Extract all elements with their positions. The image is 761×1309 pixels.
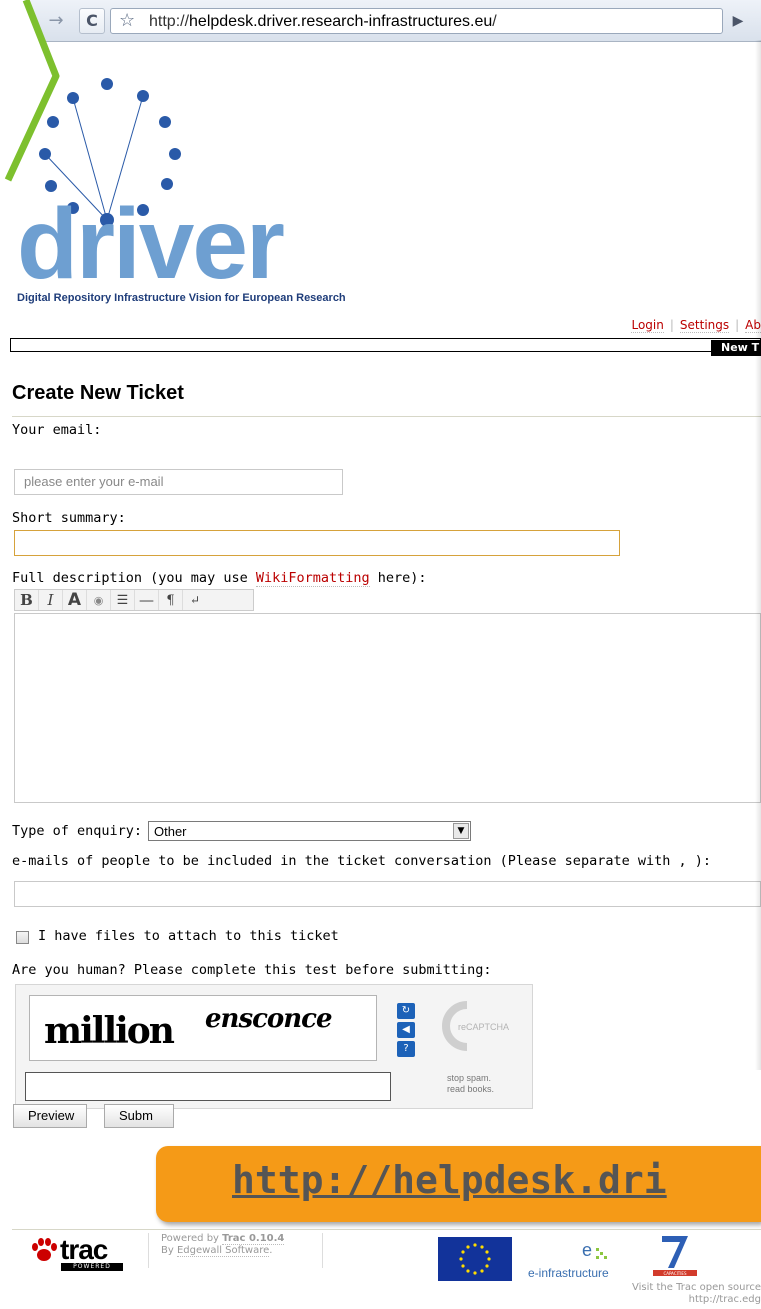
svg-text:e: e bbox=[582, 1240, 592, 1260]
trac-version-link[interactable]: Trac 0.10.4 bbox=[222, 1233, 285, 1245]
trac-powered-badge: POWERED bbox=[61, 1263, 123, 1271]
visit-trac-text: Visit the Trac open source http://trac.e… bbox=[632, 1282, 761, 1305]
e-infrastructure-label: e-infrastructure bbox=[528, 1266, 609, 1280]
description-textarea[interactable] bbox=[14, 613, 761, 803]
email-label: Your email: bbox=[12, 422, 102, 438]
e-infrastructure-logo[interactable]: e e-infrastructure bbox=[528, 1236, 638, 1280]
attach-label: I have files to attach to this ticket bbox=[38, 928, 339, 944]
cc-label: e-mails of people to be included in the … bbox=[12, 853, 711, 869]
fp7-icon: CAPACITIES bbox=[653, 1236, 697, 1276]
enquiry-type-select[interactable]: Other ▼ bbox=[148, 821, 471, 841]
captcha-word-1: million bbox=[44, 1010, 175, 1052]
reload-button[interactable]: C bbox=[79, 8, 105, 34]
attach-checkbox[interactable] bbox=[16, 931, 29, 944]
captcha-tagline: stop spam. read books. bbox=[447, 1073, 495, 1094]
captcha-input[interactable] bbox=[25, 1072, 391, 1101]
email-placeholder: please enter your e-mail bbox=[24, 474, 164, 489]
description-label: Full description (you may use WikiFormat… bbox=[12, 570, 427, 587]
captcha-word-2: ensconce bbox=[205, 1004, 333, 1034]
description-label-pre: Full description (you may use bbox=[12, 570, 256, 586]
recaptcha-logo: reCAPTCHA™ bbox=[442, 1001, 510, 1051]
captcha-reload-icon[interactable]: ↻ bbox=[397, 1003, 415, 1019]
line-break-button[interactable]: ↵ bbox=[183, 590, 207, 610]
url-path: / bbox=[492, 13, 497, 30]
chevron-down-icon[interactable]: ▼ bbox=[453, 823, 469, 839]
meta-nav: Login | Settings | Ab bbox=[631, 318, 761, 333]
eu-stars-icon bbox=[459, 1243, 491, 1275]
bookmark-star-icon[interactable]: ☆ bbox=[119, 10, 135, 31]
captcha-image: million ensconce bbox=[29, 995, 377, 1061]
trac-paw-icon bbox=[32, 1238, 57, 1261]
settings-link[interactable]: Settings bbox=[679, 318, 730, 333]
fp7-capacities-logo[interactable]: CAPACITIES bbox=[650, 1232, 700, 1282]
preview-button[interactable]: Preview bbox=[13, 1104, 87, 1128]
logo-tagline: Digital Repository Infrastructure Vision… bbox=[17, 292, 346, 304]
footer-divider bbox=[12, 1229, 761, 1230]
italic-button[interactable]: I bbox=[39, 590, 63, 610]
url-text: http://helpdesk.driver.research-infrastr… bbox=[149, 13, 497, 31]
recaptcha-widget: million ensconce ↻ ◀ ? reCAPTCHA™ stop s… bbox=[15, 984, 533, 1109]
back-button[interactable]: ← bbox=[18, 9, 42, 33]
powered-by-text: Powered by bbox=[161, 1233, 223, 1244]
slide-edge-shadow bbox=[755, 40, 761, 1070]
bold-button[interactable]: B bbox=[15, 590, 39, 610]
captcha-audio-icon[interactable]: ◀ bbox=[397, 1022, 415, 1038]
horizontal-rule-button[interactable]: — bbox=[135, 590, 159, 610]
powered-by: Powered by Trac 0.10.4 By Edgewall Softw… bbox=[148, 1233, 323, 1268]
url-banner-text[interactable]: http://helpdesk.dri bbox=[232, 1158, 667, 1202]
code-block-button[interactable]: ☰ bbox=[111, 590, 135, 610]
main-nav-bar bbox=[10, 338, 761, 352]
description-label-post: here): bbox=[369, 570, 427, 586]
paragraph-button[interactable]: ¶ bbox=[159, 590, 183, 610]
trac-logo[interactable]: trac POWERED bbox=[30, 1234, 130, 1272]
forward-button[interactable]: → bbox=[44, 9, 68, 33]
trac-wordmark: trac bbox=[60, 1234, 108, 1265]
heading-button[interactable]: A bbox=[63, 590, 87, 610]
captcha-help-icon[interactable]: ? bbox=[397, 1041, 415, 1057]
summary-field[interactable] bbox=[14, 530, 620, 556]
enquiry-type-value: Other bbox=[154, 824, 187, 839]
go-icon[interactable]: ▶ bbox=[727, 10, 749, 32]
driver-logo[interactable]: driver Digital Repository Infrastructure… bbox=[15, 70, 375, 320]
link-button[interactable]: ◉ bbox=[87, 590, 111, 610]
logo-wordmark: driver bbox=[17, 188, 285, 300]
address-bar[interactable]: ☆ http://helpdesk.driver.research-infras… bbox=[110, 8, 723, 34]
cc-field[interactable] bbox=[14, 881, 761, 907]
url-scheme: http:// bbox=[149, 13, 190, 30]
url-host: helpdesk.driver.research-infrastructures… bbox=[189, 13, 493, 30]
wikiformatting-link[interactable]: WikiFormatting bbox=[255, 570, 370, 587]
title-divider bbox=[12, 416, 761, 417]
submit-button[interactable]: Subm bbox=[104, 1104, 174, 1128]
browser-toolbar: ← → C ☆ http://helpdesk.driver.research-… bbox=[0, 0, 761, 42]
url-banner: http://helpdesk.dri bbox=[156, 1146, 761, 1222]
summary-label: Short summary: bbox=[12, 510, 126, 526]
eu-flag-logo[interactable] bbox=[438, 1237, 512, 1281]
edgewall-link[interactable]: Edgewall Software bbox=[176, 1245, 270, 1257]
recaptcha-brand: reCAPTCHA™ bbox=[458, 1022, 510, 1032]
wiki-toolbar: B I A ◉ ☰ — ¶ ↵ bbox=[14, 589, 254, 611]
e-infrastructure-icon: e bbox=[582, 1240, 607, 1260]
human-label: Are you human? Please complete this test… bbox=[12, 962, 492, 978]
email-field[interactable]: please enter your e-mail bbox=[14, 469, 343, 495]
type-label: Type of enquiry: bbox=[12, 823, 143, 839]
tab-new-ticket[interactable]: New T bbox=[711, 340, 761, 356]
login-link[interactable]: Login bbox=[631, 318, 664, 333]
by-period: . bbox=[269, 1245, 273, 1256]
fp7-label: CAPACITIES bbox=[663, 1271, 686, 1276]
page-title: Create New Ticket bbox=[12, 382, 184, 404]
by-text: By bbox=[161, 1245, 177, 1256]
